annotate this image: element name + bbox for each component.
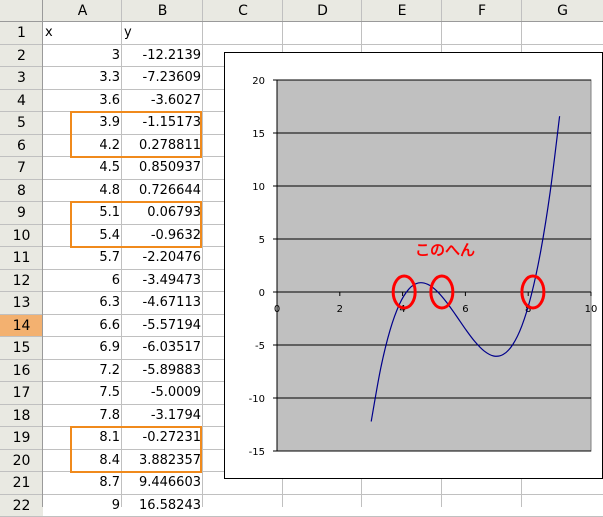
row-header[interactable]: 9 (0, 202, 43, 225)
cell-x-value[interactable]: 7.8 (43, 405, 122, 428)
y-tick-label: -15 (249, 447, 265, 458)
row-header[interactable]: 3 (0, 67, 43, 90)
row-header[interactable]: 17 (0, 382, 43, 405)
annotation-text: このへん (415, 241, 475, 259)
column-header-e[interactable]: E (362, 0, 442, 22)
row-header[interactable]: 4 (0, 90, 43, 113)
cell-x-value[interactable]: 5.7 (43, 247, 122, 270)
cell-y-value[interactable]: -4.67113 (122, 292, 203, 315)
x-tick-label: 2 (337, 304, 343, 315)
cell-x-value[interactable]: 6.6 (43, 315, 122, 338)
cell-x-value[interactable]: 6.9 (43, 337, 122, 360)
cell-y-value[interactable]: 0.850937 (122, 157, 203, 180)
cell-x-value[interactable]: 6 (43, 270, 122, 293)
chart-object[interactable]: 20151050-5-10-150246810このへん (224, 52, 603, 479)
cell-y-value[interactable]: 16.58243 (122, 495, 203, 517)
row-gridline (0, 494, 603, 495)
row-header[interactable]: 11 (0, 247, 43, 270)
row-header[interactable]: 16 (0, 360, 43, 383)
highlight-box (70, 426, 202, 473)
cell-y-value[interactable]: -12.2139 (122, 45, 203, 68)
cell-y-value[interactable]: -3.6027 (122, 90, 203, 113)
cell-y-value[interactable]: -5.0009 (122, 382, 203, 405)
cell-x-value[interactable]: 3 (43, 45, 122, 68)
row-header[interactable]: 7 (0, 157, 43, 180)
y-tick-label: -10 (249, 394, 265, 405)
row-header[interactable]: 6 (0, 135, 43, 158)
row-header[interactable]: 2 (0, 45, 43, 68)
cell-y-value[interactable]: 9.446603 (122, 472, 203, 495)
cell-y-value[interactable]: -3.1794 (122, 405, 203, 428)
cell-x-value[interactable]: 7.2 (43, 360, 122, 383)
x-tick-label: 6 (462, 304, 468, 315)
row-gridline (0, 44, 603, 45)
row-header[interactable]: 14 (0, 315, 43, 338)
cell-y-value[interactable]: -5.89883 (122, 360, 203, 383)
cell-y-value[interactable]: -7.23609 (122, 67, 203, 90)
cell-x-value[interactable]: 8.7 (43, 472, 122, 495)
column-header-c[interactable]: C (203, 0, 283, 22)
plot-area (277, 80, 591, 451)
cell-y-value[interactable]: 0.726644 (122, 180, 203, 203)
cell-b1[interactable]: y (122, 22, 203, 45)
y-tick-label: 0 (259, 288, 265, 299)
cell-x-value[interactable]: 4.5 (43, 157, 122, 180)
cell-x-value[interactable]: 6.3 (43, 292, 122, 315)
row-header[interactable]: 19 (0, 427, 43, 450)
cell-y-value[interactable]: -3.49473 (122, 270, 203, 293)
y-tick-label: 10 (252, 182, 265, 193)
cell-x-value[interactable]: 3.6 (43, 90, 122, 113)
cell-y-value[interactable]: -5.57194 (122, 315, 203, 338)
row-header[interactable]: 8 (0, 180, 43, 203)
cell-y-value[interactable]: -6.03517 (122, 337, 203, 360)
highlight-box (70, 111, 202, 158)
x-tick-label: 10 (585, 304, 598, 315)
cell-x-value[interactable]: 9 (43, 495, 122, 517)
y-tick-label: -5 (255, 341, 265, 352)
y-tick-label: 5 (259, 235, 265, 246)
row-header[interactable]: 1 (0, 22, 43, 45)
cell-y-value[interactable]: -2.20476 (122, 247, 203, 270)
row-header[interactable]: 5 (0, 112, 43, 135)
header-separator (42, 0, 43, 507)
cell-x-value[interactable]: 3.3 (43, 67, 122, 90)
line-chart: 20151050-5-10-150246810このへん (225, 53, 602, 478)
y-tick-label: 20 (252, 76, 265, 87)
highlight-box (70, 201, 202, 248)
row-header[interactable]: 21 (0, 472, 43, 495)
x-tick-label: 0 (274, 304, 280, 315)
cell-x-value[interactable]: 4.8 (43, 180, 122, 203)
row-header[interactable]: 15 (0, 337, 43, 360)
cell-x-value[interactable]: 7.5 (43, 382, 122, 405)
row-header[interactable]: 18 (0, 405, 43, 428)
column-gridline (202, 0, 203, 507)
column-header-a[interactable]: A (43, 0, 122, 22)
header-separator (0, 21, 603, 22)
row-header[interactable]: 13 (0, 292, 43, 315)
column-header-g[interactable]: G (522, 0, 603, 22)
row-header[interactable]: 22 (0, 495, 43, 517)
column-header-b[interactable]: B (122, 0, 203, 22)
column-header-f[interactable]: F (442, 0, 522, 22)
y-tick-label: 15 (252, 129, 265, 140)
row-header[interactable]: 10 (0, 225, 43, 248)
row-header[interactable]: 12 (0, 270, 43, 293)
select-all-corner[interactable] (0, 0, 43, 22)
column-header-d[interactable]: D (283, 0, 362, 22)
cell-a1[interactable]: x (43, 22, 122, 45)
row-header[interactable]: 20 (0, 450, 43, 473)
